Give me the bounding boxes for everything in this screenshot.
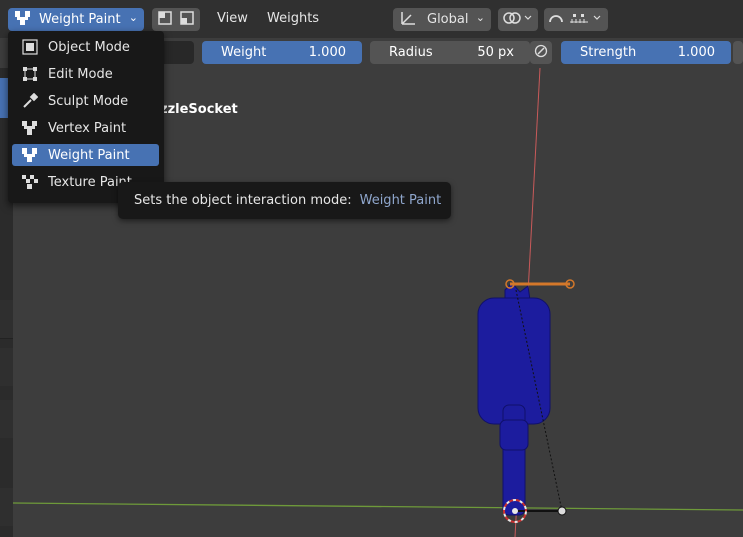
menu-item-label: Vertex Paint — [48, 120, 127, 136]
menu-item-weight-paint[interactable]: Weight Paint — [12, 144, 159, 166]
weight-paint-icon — [20, 147, 40, 163]
texture-paint-icon — [20, 174, 40, 190]
bone-child-tail — [557, 506, 567, 516]
tooltip-value: Weight Paint — [359, 193, 442, 208]
menu-item-label: Object Mode — [48, 39, 130, 55]
x-axis-line — [12, 502, 743, 511]
object-name-label: zzleSocket — [160, 102, 238, 117]
object-mode-icon — [20, 39, 40, 55]
menu-item-object-mode[interactable]: Object Mode — [12, 36, 159, 58]
sculpt-mode-icon — [20, 93, 40, 109]
mode-dropdown-menu: Object Mode Edit Mode Sculpt Mode Vertex… — [8, 31, 164, 203]
menu-item-sculpt-mode[interactable]: Sculpt Mode — [12, 90, 159, 112]
vertex-paint-icon — [20, 120, 40, 136]
menu-item-label: Sculpt Mode — [48, 93, 129, 109]
tooltip-text: Sets the object interaction mode: — [134, 193, 352, 208]
tooltip: Sets the object interaction mode: Weight… — [118, 182, 451, 219]
edit-mode-icon — [20, 66, 40, 82]
menu-item-label: Weight Paint — [48, 147, 130, 163]
mesh-object — [477, 282, 551, 516]
menu-item-label: Edit Mode — [48, 66, 113, 82]
menu-item-vertex-paint[interactable]: Vertex Paint — [12, 117, 159, 139]
menu-item-edit-mode[interactable]: Edit Mode — [12, 63, 159, 85]
3d-cursor-center — [512, 508, 518, 514]
